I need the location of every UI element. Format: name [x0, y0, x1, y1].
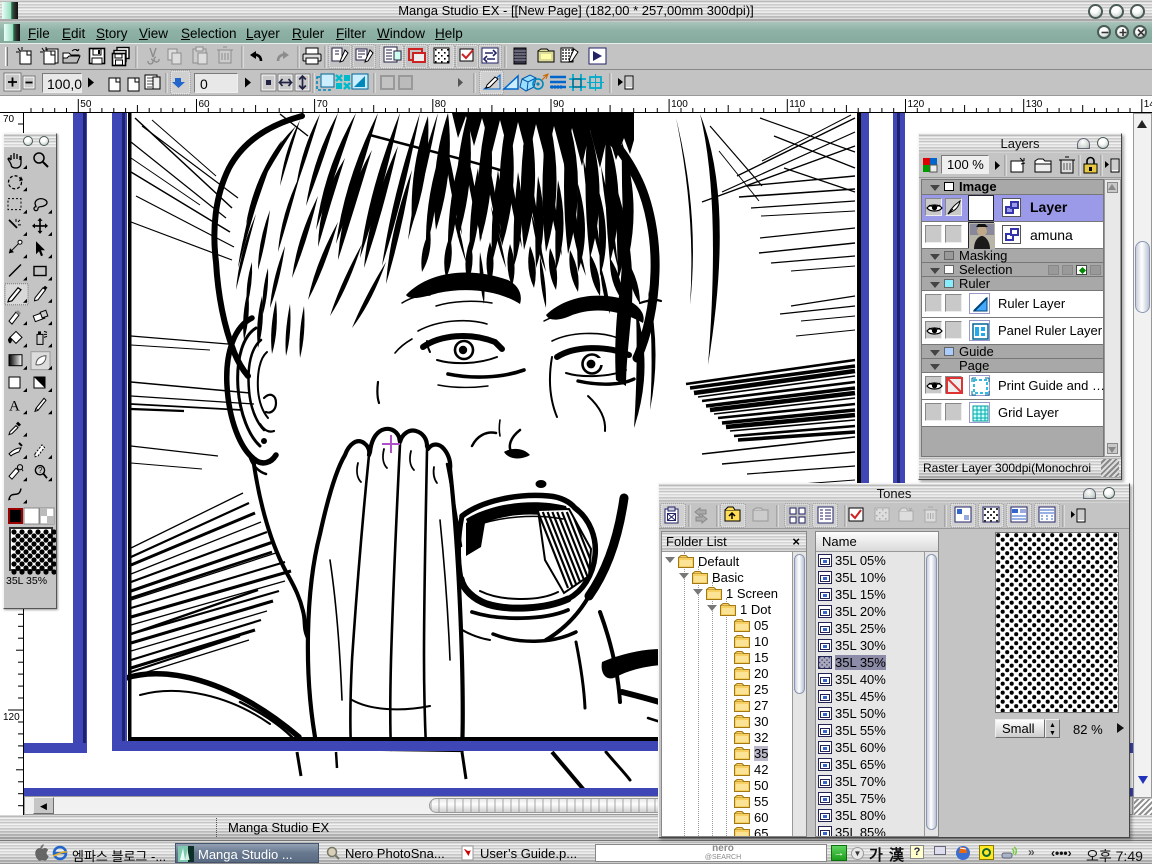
svg-text:120: 120 — [908, 99, 925, 110]
svg-text:?: ? — [38, 466, 43, 475]
svg-text:100: 100 — [671, 99, 688, 110]
svg-text:140: 140 — [1144, 99, 1152, 110]
svg-text:130: 130 — [1026, 99, 1043, 110]
svg-text:70: 70 — [3, 114, 15, 125]
svg-text:110: 110 — [789, 99, 805, 110]
svg-text:A: A — [9, 398, 20, 414]
svg-text:120: 120 — [3, 712, 20, 723]
svg-text:35L 35%: 35L 35% — [6, 575, 47, 587]
